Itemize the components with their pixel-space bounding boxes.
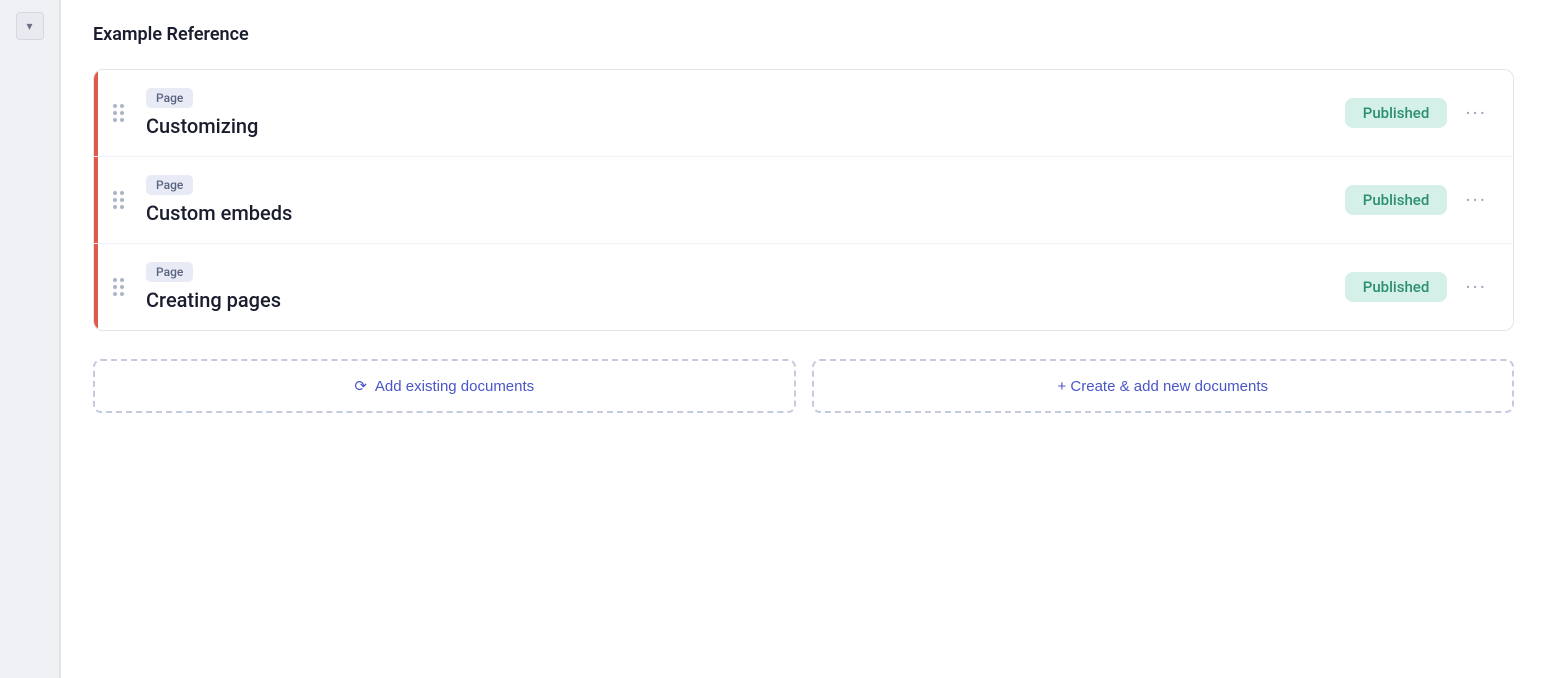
- drag-handle[interactable]: [94, 254, 142, 320]
- doc-actions: Published ···: [1345, 185, 1513, 215]
- more-options-button[interactable]: ···: [1459, 186, 1493, 214]
- table-row: Page Creating pages Published ···: [94, 244, 1513, 330]
- doc-type-badge: Page: [146, 175, 193, 195]
- more-options-button[interactable]: ···: [1459, 99, 1493, 127]
- doc-info: Page Customizing: [142, 70, 1345, 156]
- table-row: Page Customizing Published ···: [94, 70, 1513, 157]
- drag-dots-icon: [113, 278, 124, 296]
- drag-dots-icon: [113, 191, 124, 209]
- table-row: Page Custom embeds Published ···: [94, 157, 1513, 244]
- add-existing-button[interactable]: ⟳ Add existing documents: [93, 359, 796, 413]
- drag-handle[interactable]: [94, 80, 142, 146]
- doc-type-badge: Page: [146, 262, 193, 282]
- add-existing-label: Add existing documents: [375, 378, 534, 395]
- doc-actions: Published ···: [1345, 272, 1513, 302]
- sidebar-toggle-button[interactable]: ▾: [16, 12, 44, 40]
- chevron-down-icon: ▾: [26, 19, 32, 33]
- status-badge: Published: [1345, 272, 1448, 302]
- link-icon: ⟳: [354, 377, 367, 395]
- doc-actions: Published ···: [1345, 98, 1513, 128]
- status-badge: Published: [1345, 185, 1448, 215]
- sidebar-toggle-area: ▾: [0, 0, 60, 678]
- doc-info: Page Custom embeds: [142, 157, 1345, 243]
- create-new-label: + Create & add new documents: [1057, 378, 1268, 395]
- drag-handle[interactable]: [94, 167, 142, 233]
- create-new-button[interactable]: + Create & add new documents: [812, 359, 1515, 413]
- doc-title[interactable]: Custom embeds: [146, 201, 1333, 225]
- page-title: Example Reference: [93, 24, 1514, 45]
- selection-indicator: [94, 157, 98, 243]
- doc-title[interactable]: Creating pages: [146, 288, 1333, 312]
- action-buttons-row: ⟳ Add existing documents + Create & add …: [93, 359, 1514, 413]
- main-content: Example Reference Page Customizing Publi…: [60, 0, 1546, 678]
- selection-indicator: [94, 244, 98, 330]
- doc-type-badge: Page: [146, 88, 193, 108]
- status-badge: Published: [1345, 98, 1448, 128]
- more-options-button[interactable]: ···: [1459, 273, 1493, 301]
- drag-dots-icon: [113, 104, 124, 122]
- doc-info: Page Creating pages: [142, 244, 1345, 330]
- selection-indicator: [94, 70, 98, 156]
- documents-list: Page Customizing Published ··· Page Cust…: [93, 69, 1514, 331]
- doc-title[interactable]: Customizing: [146, 114, 1333, 138]
